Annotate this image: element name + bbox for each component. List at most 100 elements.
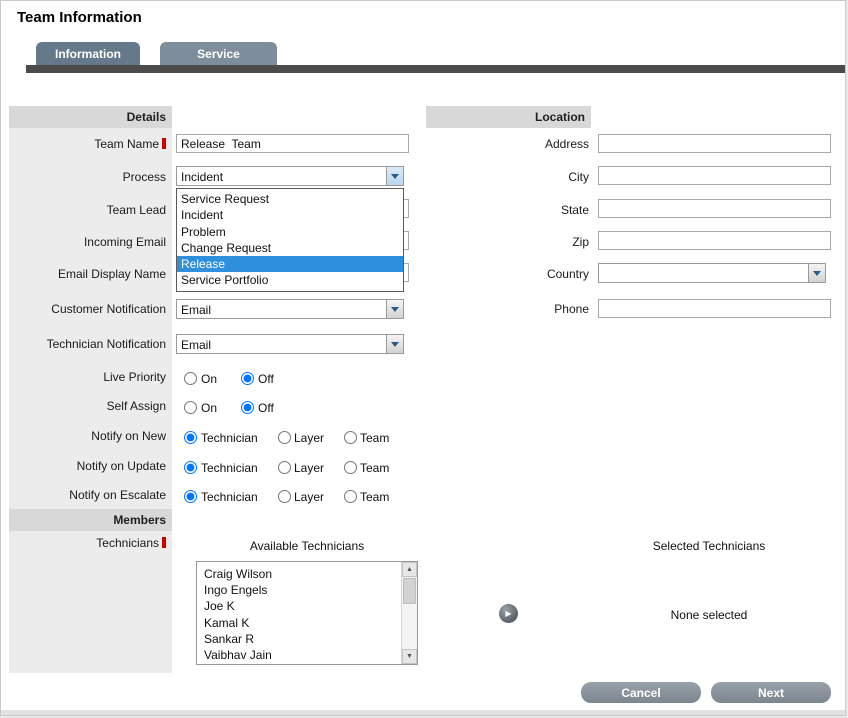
chevron-down-icon[interactable] <box>386 300 403 318</box>
address-input[interactable] <box>598 134 831 153</box>
process-select-value: Incident <box>181 170 223 184</box>
notify-on-new-label: Notify on New <box>9 429 166 444</box>
dropdown-option-incident[interactable]: Incident <box>177 207 403 223</box>
chevron-down-icon[interactable] <box>386 167 403 185</box>
dropdown-arrow-icon <box>391 174 399 179</box>
technicians-label-text: Technicians <box>96 536 159 550</box>
available-technicians-items: Craig Wilson Ingo Engels Joe K Kamal K S… <box>197 562 401 664</box>
notify-update-team-label: Team <box>360 461 389 475</box>
required-marker <box>162 537 166 548</box>
notify-update-technician-label: Technician <box>201 461 258 475</box>
phone-input[interactable] <box>598 299 831 318</box>
self-assign-on-label: On <box>201 401 217 415</box>
technician-notification-label: Technician Notification <box>9 337 166 352</box>
technician-notification-value: Email <box>181 338 211 352</box>
notify-escalate-layer-radio[interactable] <box>278 490 291 503</box>
selected-technicians-empty: None selected <box>598 608 820 622</box>
live-priority-on-label: On <box>201 372 217 386</box>
dropdown-arrow-icon <box>391 307 399 312</box>
zip-input[interactable] <box>598 231 831 250</box>
city-input[interactable] <box>598 166 831 185</box>
notify-new-technician-radio[interactable] <box>184 431 197 444</box>
notify-escalate-team-radio[interactable] <box>344 490 357 503</box>
dropdown-option-change-request[interactable]: Change Request <box>177 240 403 256</box>
notify-escalate-technician-radio[interactable] <box>184 490 197 503</box>
notify-on-escalate-label: Notify on Escalate <box>9 488 166 503</box>
available-technicians-list: Craig Wilson Ingo Engels Joe K Kamal K S… <box>196 561 418 665</box>
scrollbar-thumb[interactable] <box>403 578 416 604</box>
cancel-button[interactable]: Cancel <box>581 682 701 703</box>
team-lead-label: Team Lead <box>9 203 166 218</box>
technician-notification-select[interactable]: Email <box>176 334 404 354</box>
process-label: Process <box>9 170 166 185</box>
notify-escalate-team-label: Team <box>360 490 389 504</box>
phone-label: Phone <box>426 302 589 317</box>
live-priority-off-radio[interactable] <box>241 372 254 385</box>
location-section-header: Location <box>426 106 591 128</box>
move-right-button[interactable]: ▶ <box>499 604 518 623</box>
address-label: Address <box>426 137 589 152</box>
chevron-down-icon[interactable] <box>386 335 403 353</box>
dropdown-arrow-icon <box>813 271 821 276</box>
next-button[interactable]: Next <box>711 682 831 703</box>
bottom-strip <box>1 710 845 716</box>
customer-notification-label: Customer Notification <box>9 302 166 317</box>
notify-update-technician-radio[interactable] <box>184 461 197 474</box>
dropdown-option-problem[interactable]: Problem <box>177 224 403 240</box>
dropdown-option-service-portfolio[interactable]: Service Portfolio <box>177 272 403 288</box>
notify-update-layer-label: Layer <box>294 461 324 475</box>
details-label-column <box>9 128 172 509</box>
tab-information[interactable]: Information <box>36 42 140 66</box>
technician-list-item[interactable]: Sankar R <box>197 631 401 647</box>
notify-new-team-radio[interactable] <box>344 431 357 444</box>
dropdown-arrow-icon <box>391 342 399 347</box>
required-marker <box>162 138 166 149</box>
notify-escalate-technician-label: Technician <box>201 490 258 504</box>
zip-label: Zip <box>426 235 589 250</box>
team-name-input[interactable] <box>176 134 409 153</box>
tab-accent-bar <box>26 65 846 73</box>
team-name-label: Team Name <box>9 137 166 152</box>
dropdown-option-service-request[interactable]: Service Request <box>177 191 403 207</box>
technician-list-item[interactable]: Vaibhav Jain <box>197 647 401 663</box>
technician-list-item[interactable]: Joe K <box>197 598 401 614</box>
self-assign-label: Self Assign <box>9 399 166 414</box>
notify-escalate-layer-label: Layer <box>294 490 324 504</box>
notify-new-layer-radio[interactable] <box>278 431 291 444</box>
tab-service[interactable]: Service <box>160 42 277 66</box>
self-assign-off-label: Off <box>258 401 274 415</box>
notify-on-update-label: Notify on Update <box>9 459 166 474</box>
technician-list-item[interactable]: Ingo Engels <box>197 582 401 598</box>
country-select[interactable] <box>598 263 826 283</box>
chevron-down-icon[interactable] <box>808 264 825 282</box>
technician-list-item[interactable]: Kamal K <box>197 615 401 631</box>
dropdown-option-release-highlighted[interactable]: Release <box>177 256 403 272</box>
scrollbar[interactable]: ▲ ▼ <box>401 562 417 664</box>
notify-new-layer-label: Layer <box>294 431 324 445</box>
members-section-header: Members <box>9 509 172 531</box>
notify-new-technician-label: Technician <box>201 431 258 445</box>
live-priority-off-label: Off <box>258 372 274 386</box>
scroll-up-icon[interactable]: ▲ <box>402 562 417 577</box>
technician-list-item[interactable]: Craig Wilson <box>197 566 401 582</box>
live-priority-label: Live Priority <box>9 370 166 385</box>
country-label: Country <box>426 267 589 282</box>
customer-notification-select[interactable]: Email <box>176 299 404 319</box>
scroll-down-icon[interactable]: ▼ <box>402 649 417 664</box>
process-dropdown-list: Service Request Incident Problem Change … <box>176 188 404 292</box>
city-label: City <box>426 170 589 185</box>
live-priority-on-radio[interactable] <box>184 372 197 385</box>
incoming-email-label: Incoming Email <box>9 235 166 250</box>
self-assign-off-radio[interactable] <box>241 401 254 414</box>
state-label: State <box>426 203 589 218</box>
state-input[interactable] <box>598 199 831 218</box>
details-section-header: Details <box>9 106 172 128</box>
self-assign-on-radio[interactable] <box>184 401 197 414</box>
available-technicians-title: Available Technicians <box>196 539 418 553</box>
notify-update-layer-radio[interactable] <box>278 461 291 474</box>
email-display-name-label: Email Display Name <box>9 267 166 282</box>
notify-update-team-radio[interactable] <box>344 461 357 474</box>
process-select[interactable]: Incident <box>176 166 404 186</box>
notify-new-team-label: Team <box>360 431 389 445</box>
customer-notification-value: Email <box>181 303 211 317</box>
